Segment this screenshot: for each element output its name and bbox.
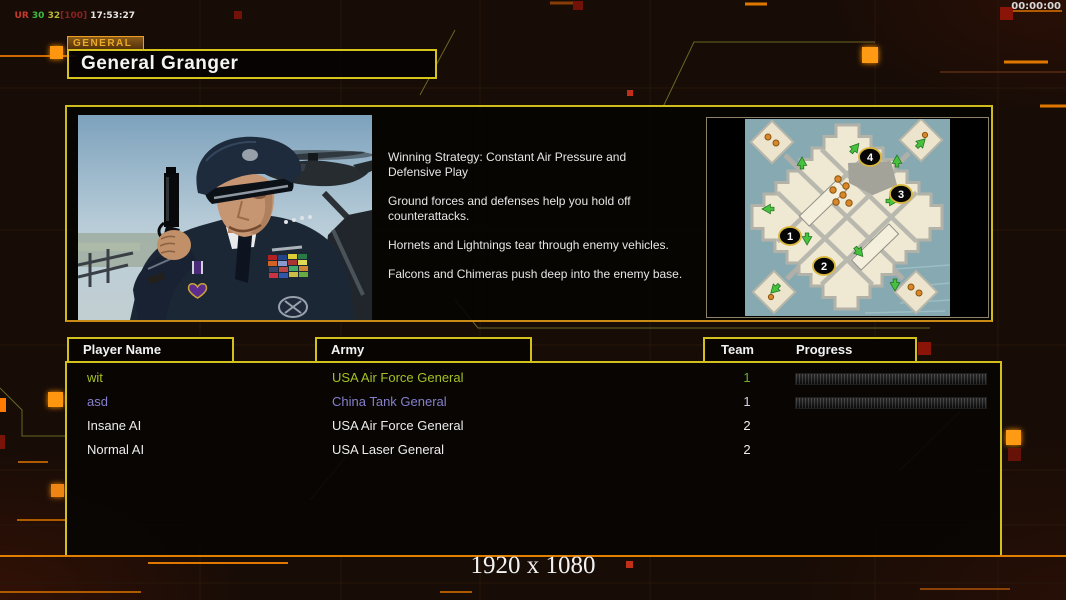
player-name: wit: [87, 370, 103, 385]
general-portrait: [77, 115, 394, 320]
loading-screen: UR 30 32[100] 17:53:27 00:00:00 GENERAL …: [0, 0, 1066, 600]
elapsed-time: 00:00:00: [1011, 1, 1061, 12]
svg-text:3: 3: [898, 189, 904, 201]
loading-progress-bar: [795, 397, 987, 409]
briefing-line: Winning Strategy: Constant Air Pressure …: [388, 150, 627, 179]
column-header-progress: Progress: [796, 342, 853, 357]
player-row: Insane AI USA Air Force General 2: [67, 414, 1000, 438]
player-name: asd: [87, 394, 108, 409]
map-marker-4: 4: [858, 147, 882, 167]
player-roster-panel: wit USA Air Force General 1 asd China Ta…: [65, 361, 1002, 555]
briefing-line: Hornets and Lightnings tear through enem…: [388, 238, 669, 252]
resolution-watermark: 1920 x 1080: [470, 552, 596, 579]
loading-progress-bar: [795, 373, 987, 385]
svg-text:4: 4: [867, 152, 874, 164]
map-marker-1: 1: [778, 226, 802, 246]
player-team: 2: [743, 442, 751, 457]
debug-token: 17:53:27: [90, 11, 136, 21]
player-row: asd China Tank General 1: [67, 390, 1000, 414]
map-preview-box: 1 2 3 4: [706, 117, 989, 318]
debug-overlay: UR 30 32[100] 17:53:27: [2, 1, 136, 31]
briefing-line: Ground forces and defenses help you hold…: [388, 194, 631, 223]
debug-token: 32: [47, 11, 61, 21]
svg-text:1: 1: [787, 231, 793, 243]
player-army: USA Laser General: [332, 442, 445, 457]
column-header-player-name: Player Name: [67, 337, 234, 363]
player-name: Normal AI: [87, 442, 145, 457]
map-preview: 1 2 3 4: [745, 119, 950, 316]
player-army: USA Air Force General: [332, 370, 464, 385]
debug-token: [100]: [60, 11, 91, 21]
column-header-army: Army: [315, 337, 532, 363]
player-name: Insane AI: [87, 418, 142, 433]
debug-token: 30: [31, 11, 48, 21]
strategy-briefing: Winning Strategy: Constant Air Pressure …: [388, 150, 696, 296]
debug-token: UR: [14, 11, 32, 21]
player-army: USA Air Force General: [332, 418, 464, 433]
svg-text:2: 2: [821, 261, 827, 273]
map-marker-2: 2: [812, 256, 836, 276]
column-header-team-progress: Team Progress: [703, 337, 917, 363]
column-header-team: Team: [721, 342, 754, 357]
player-team: 1: [743, 370, 751, 385]
player-team: 2: [743, 418, 751, 433]
general-title-box: General Granger: [67, 49, 437, 79]
briefing-line: Falcons and Chimeras push deep into the …: [388, 267, 683, 281]
player-row: wit USA Air Force General 1: [67, 366, 1000, 390]
player-row: Normal AI USA Laser General 2: [67, 438, 1000, 462]
player-team: 1: [743, 394, 751, 409]
player-army: China Tank General: [332, 394, 447, 409]
map-marker-3: 3: [889, 184, 913, 204]
page-title: General Granger: [81, 53, 239, 74]
